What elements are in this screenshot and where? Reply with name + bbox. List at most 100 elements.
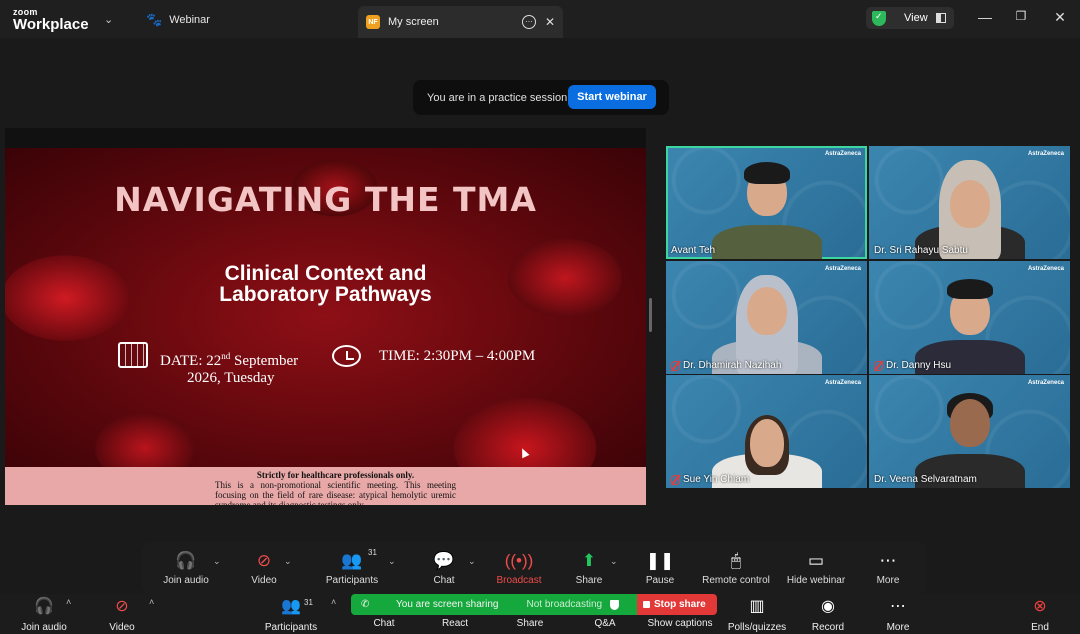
record-icon: ◉	[821, 598, 835, 615]
join-audio-button[interactable]: 🎧 Join audio	[156, 542, 216, 594]
qa-button[interactable]: Q&A	[590, 616, 620, 634]
title-bar: zoom Workplace ⌄ 🐾 Webinar NF My screen …	[0, 0, 1080, 38]
record-button[interactable]: ◉ Record	[808, 594, 848, 634]
banner-text: You are in a practice session	[427, 91, 568, 104]
participant-name-text: Dr. Danny Hsu	[886, 360, 952, 371]
hide-window-icon: ▭	[807, 551, 825, 570]
date-line2: 2026, Tuesday	[187, 370, 275, 386]
view-button[interactable]: View	[866, 7, 954, 29]
clock-icon	[332, 345, 361, 367]
participant-tile[interactable]: AstraZeneca Avant Teh	[666, 146, 867, 259]
bar-chart-icon: ▥	[749, 598, 765, 615]
more-icon: ⋯	[890, 598, 906, 615]
chat-label: Chat	[433, 575, 455, 586]
more-label: More	[886, 622, 910, 633]
chat-icon: 💬	[433, 551, 455, 570]
slide-date: DATE: 22nd September 2026, Tuesday	[160, 348, 298, 387]
participant-tile[interactable]: AstraZeneca Dr. Sri Rahayu Sabtu	[869, 146, 1070, 259]
chevron-down-icon[interactable]: ⌄	[213, 556, 221, 567]
close-tab-icon[interactable]: ✕	[545, 15, 555, 29]
more-icon[interactable]: ···	[521, 15, 536, 29]
chevron-down-icon[interactable]: ⌄	[610, 556, 618, 567]
date-sup: nd	[221, 351, 231, 361]
share-label: Share	[575, 575, 603, 586]
share-button[interactable]: ⬆ Share	[570, 542, 608, 594]
pause-icon: ❚❚	[645, 551, 675, 570]
chevron-up-icon[interactable]: ˄	[331, 597, 336, 607]
slide-footer: Strictly for healthcare professionals on…	[5, 467, 646, 505]
avatar-icon: NF	[366, 15, 380, 29]
tab-webinar-label: Webinar	[169, 14, 210, 26]
video-button[interactable]: ⊘ Video	[242, 542, 286, 594]
chat-button[interactable]: Chat	[368, 616, 400, 634]
participants-label: Participants	[264, 622, 318, 633]
minimize-icon[interactable]: —	[975, 9, 995, 25]
participant-name-text: Dr. Dhamirah Nazihah	[683, 360, 782, 371]
video-label: Video	[251, 575, 277, 586]
shared-screen: NAVIGATING THE TMA Clinical Context and …	[5, 128, 646, 505]
polls-button[interactable]: ▥ Polls/quizzes	[724, 594, 790, 634]
join-audio-label: Join audio	[21, 622, 67, 633]
react-button[interactable]: React	[438, 616, 472, 634]
stop-share-button[interactable]: Stop share	[637, 594, 717, 615]
mic-muted-icon	[671, 360, 680, 371]
participant-tile[interactable]: AstraZeneca Dr. Danny Hsu	[869, 261, 1070, 374]
date-suffix: September	[230, 353, 299, 369]
hide-webinar-button[interactable]: ▭ Hide webinar	[782, 542, 850, 594]
share-button[interactable]: Share	[512, 616, 548, 634]
broadcast-label: Broadcast	[496, 575, 542, 586]
participant-name: Dr. Veena Selvaratnam	[874, 474, 977, 485]
participants-count: 31	[368, 548, 377, 557]
participant-name-text: Sue Yin Chiam	[683, 474, 750, 485]
practice-session-banner: You are in a practice session Start webi…	[413, 80, 669, 115]
chevron-down-icon[interactable]: ⌄	[468, 556, 476, 567]
shield-icon	[610, 599, 620, 610]
end-label: End	[1031, 622, 1049, 633]
chevron-up-icon[interactable]: ˄	[149, 597, 154, 607]
chevron-down-icon[interactable]: ⌄	[104, 13, 113, 26]
sharing-status-text: You are screen sharing	[396, 599, 499, 610]
remote-control-button[interactable]: 🖱 Remote control	[698, 542, 774, 594]
pause-label: Pause	[645, 575, 675, 586]
mouse-icon: 🖱	[730, 551, 742, 570]
record-label: Record	[811, 622, 845, 633]
brand-logo: AstraZeneca	[824, 151, 861, 157]
brand-logo: AstraZeneca	[824, 380, 861, 386]
participants-count: 31	[304, 598, 313, 607]
join-audio-button[interactable]: 🎧 Join audio	[16, 594, 72, 634]
chevron-down-icon[interactable]: ⌄	[388, 556, 396, 567]
splitter-handle[interactable]	[649, 298, 652, 332]
participant-name: Avant Teh	[671, 245, 715, 256]
slide-subtitle-line2: Laboratory Pathways	[219, 283, 432, 306]
share-arrow-icon: ⬆	[581, 551, 597, 570]
chevron-up-icon[interactable]: ˄	[66, 597, 71, 607]
brand-logo: AstraZeneca	[1027, 380, 1064, 386]
participant-tile[interactable]: AstraZeneca Dr. Dhamirah Nazihah	[666, 261, 867, 374]
chat-button[interactable]: 💬 Chat	[425, 542, 463, 594]
brand-logo: AstraZeneca	[824, 266, 861, 272]
share-label: Share	[516, 618, 544, 629]
restore-icon[interactable]: ❐	[1011, 9, 1031, 23]
more-label: More	[876, 575, 900, 586]
participant-name: Dr. Danny Hsu	[874, 360, 951, 371]
tab-my-screen[interactable]: NF My screen ··· ✕	[358, 6, 563, 38]
show-captions-button[interactable]: Show captions	[644, 616, 716, 634]
close-window-icon[interactable]: ✕	[1050, 9, 1070, 26]
start-webinar-button[interactable]: Start webinar	[568, 85, 656, 109]
end-button[interactable]: ⊗ End	[1022, 594, 1058, 634]
participants-icon: 👥	[341, 551, 363, 570]
pause-share-button[interactable]: ❚❚ Pause	[640, 542, 680, 594]
more-button[interactable]: ⋯ More	[868, 542, 908, 594]
tab-webinar[interactable]: 🐾 Webinar	[146, 11, 210, 29]
participant-tile[interactable]: AstraZeneca Sue Yin Chiam	[666, 375, 867, 488]
tab-my-screen-label: My screen	[388, 16, 439, 28]
participant-name: Dr. Sri Rahayu Sabtu	[874, 245, 968, 256]
more-button[interactable]: ⋯ More	[878, 594, 918, 634]
participant-tile[interactable]: AstraZeneca Dr. Veena Selvaratnam	[869, 375, 1070, 488]
hide-webinar-label: Hide webinar	[786, 575, 846, 586]
broadcast-icon: ((•))	[504, 551, 534, 570]
slide-subtitle-line1: Clinical Context and	[224, 262, 427, 285]
broadcast-button[interactable]: ((•)) Broadcast	[492, 542, 546, 594]
video-button[interactable]: ⊘ Video	[104, 594, 140, 634]
chevron-down-icon[interactable]: ⌄	[284, 556, 292, 567]
